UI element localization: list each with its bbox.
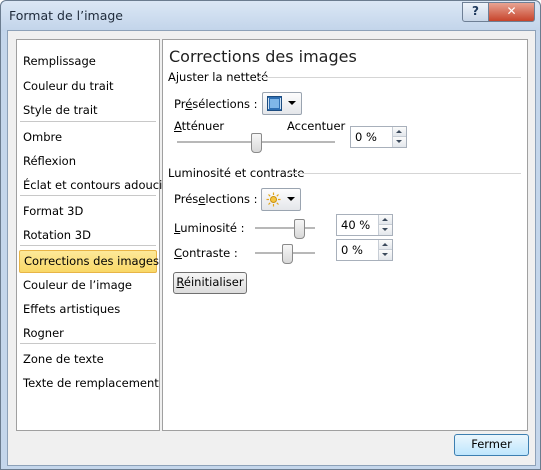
picture-preset-icon — [267, 96, 282, 111]
sun-preset-icon — [266, 192, 281, 207]
brightness-contrast-heading: Luminosité et contraste — [168, 166, 305, 180]
soften-label: Atténuer — [174, 119, 225, 133]
brightness-spinner[interactable]: 40 % — [336, 214, 393, 236]
reset-button[interactable]: Réinitialiser — [173, 272, 247, 294]
nav-item-format-3d[interactable]: Format 3D — [19, 200, 155, 222]
nav-item-reflexion[interactable]: Réflexion — [19, 150, 155, 172]
sharpness-spinner[interactable]: 0 % — [350, 126, 407, 148]
close-window-button[interactable]: ✕ — [488, 2, 535, 22]
bc-presets-dropdown[interactable] — [261, 188, 301, 211]
brightness-label: Luminosité : — [174, 221, 245, 235]
title-bar: Format de l’image ? ✕ — [1, 1, 540, 31]
nav-divider — [20, 195, 156, 196]
chevron-down-icon — [287, 197, 295, 201]
contrast-value: 0 % — [341, 243, 363, 257]
sharpen-label: Accentuer — [287, 119, 346, 133]
nav-item-texte-remplacement[interactable]: Texte de remplacement — [19, 372, 159, 394]
nav-item-couleur-image[interactable]: Couleur de l’image — [19, 274, 155, 296]
nav-item-zone-texte[interactable]: Zone de texte — [19, 348, 155, 370]
help-button[interactable]: ? — [462, 2, 489, 22]
bc-presets-label: Préselections : — [174, 192, 258, 206]
section-divider — [257, 77, 521, 78]
spin-up-button[interactable] — [379, 215, 392, 225]
window-title: Format de l’image — [9, 8, 124, 23]
sharpness-slider-thumb[interactable] — [251, 133, 262, 153]
sharpness-heading: Ajuster la netteté — [168, 70, 269, 84]
contrast-slider-thumb[interactable] — [282, 244, 293, 264]
sharpness-presets-dropdown[interactable] — [262, 92, 302, 115]
panel-title: Corrections des images — [169, 47, 357, 66]
nav-item-style-trait[interactable]: Style de trait — [19, 99, 155, 121]
dialog-client: Remplissage Couleur du trait Style de tr… — [7, 30, 536, 466]
spin-down-button[interactable] — [379, 250, 392, 260]
nav-item-effets-artistiques[interactable]: Effets artistiques — [19, 298, 155, 320]
nav-item-corrections[interactable]: Corrections des images — [19, 250, 159, 273]
nav-item-eclat[interactable]: Éclat et contours adoucis — [19, 174, 168, 196]
sharpness-presets-label: Présélections : — [174, 97, 258, 111]
brightness-value: 40 % — [341, 218, 371, 232]
brightness-slider-thumb[interactable] — [294, 219, 305, 239]
category-list: Remplissage Couleur du trait Style de tr… — [16, 39, 168, 431]
nav-item-rotation-3d[interactable]: Rotation 3D — [19, 224, 155, 246]
nav-divider — [20, 121, 156, 122]
close-button[interactable]: Fermer — [454, 434, 529, 456]
nav-item-rogner[interactable]: Rogner — [19, 322, 155, 344]
section-divider — [287, 173, 521, 174]
settings-panel: Corrections des images Ajuster la nettet… — [162, 39, 528, 431]
contrast-label: Contraste : — [174, 246, 238, 260]
spin-down-button[interactable] — [379, 225, 392, 235]
sharpness-value: 0 % — [355, 130, 377, 144]
dialog-window: Format de l’image ? ✕ Remplissage Couleu… — [0, 0, 541, 470]
spin-down-button[interactable] — [393, 137, 406, 147]
contrast-spinner[interactable]: 0 % — [336, 239, 393, 261]
nav-item-couleur-trait[interactable]: Couleur du trait — [19, 75, 155, 97]
nav-item-remplissage[interactable]: Remplissage — [19, 50, 155, 72]
spin-up-button[interactable] — [393, 127, 406, 137]
nav-item-ombre[interactable]: Ombre — [19, 126, 155, 148]
nav-divider — [20, 245, 156, 246]
brightness-slider-track[interactable] — [255, 227, 315, 230]
chevron-down-icon — [288, 101, 296, 105]
spin-up-button[interactable] — [379, 240, 392, 250]
nav-divider — [20, 343, 156, 344]
